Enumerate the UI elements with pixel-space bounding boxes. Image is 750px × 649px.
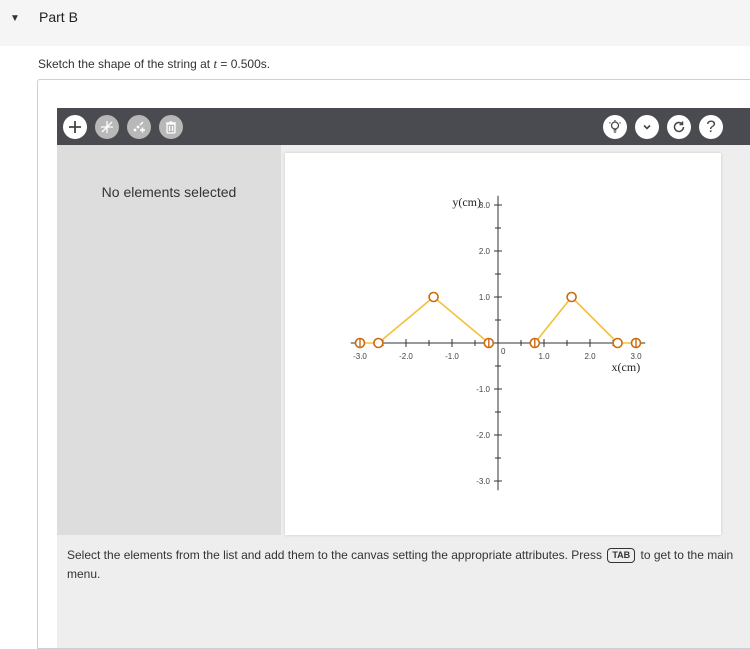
series-line bbox=[534, 295, 636, 344]
data-point bbox=[373, 337, 384, 349]
x-axis-label: x(cm) bbox=[612, 360, 641, 374]
drawing-tool: ? No elements selected -3.0 -2.0 -1.0 1.0 2.… bbox=[57, 108, 750, 648]
tab-key-badge: TAB bbox=[607, 548, 636, 563]
y-tick-label: -3.0 bbox=[476, 477, 490, 486]
hint-icon[interactable] bbox=[603, 115, 627, 139]
y-axis-label: y(cm) bbox=[452, 195, 481, 209]
series-line bbox=[360, 295, 490, 344]
toolbar: ? bbox=[57, 108, 750, 145]
elements-sidebar: No elements selected bbox=[57, 145, 281, 535]
x-tick-label: -3.0 bbox=[353, 352, 367, 361]
vector-tool-icon[interactable] bbox=[95, 115, 119, 139]
part-title: Part B bbox=[39, 9, 78, 25]
caret-down-icon[interactable]: ▼ bbox=[10, 13, 20, 24]
selection-status: No elements selected bbox=[101, 184, 237, 200]
help-icon[interactable]: ? bbox=[699, 115, 723, 139]
help-label: ? bbox=[706, 117, 716, 136]
x-tick-label: -1.0 bbox=[445, 352, 459, 361]
question-suffix: = 0.500s. bbox=[217, 57, 271, 71]
x-tick-label: 1.0 bbox=[538, 352, 550, 361]
question-prefix: Sketch the shape of the string at bbox=[38, 57, 214, 71]
x-tick-label: -2.0 bbox=[399, 352, 413, 361]
question-text: Sketch the shape of the string at t = 0.… bbox=[38, 56, 270, 72]
trash-icon[interactable] bbox=[159, 115, 183, 139]
instructions-text: Select the elements from the list and ad… bbox=[67, 546, 747, 584]
data-point bbox=[612, 337, 623, 349]
drawing-canvas[interactable]: -3.0 -2.0 -1.0 1.0 2.0 3.0 3.0 2.0 1.0 -1.0 -2.0 -3… bbox=[285, 153, 721, 535]
y-tick-label: -2.0 bbox=[476, 431, 490, 440]
reset-icon[interactable] bbox=[667, 115, 691, 139]
data-point bbox=[428, 291, 439, 303]
chevron-down-icon[interactable] bbox=[635, 115, 659, 139]
y-tick-label: -1.0 bbox=[476, 385, 490, 394]
instructions-before: Select the elements from the list and ad… bbox=[67, 548, 602, 562]
part-header: ▼ Part B bbox=[0, 0, 750, 46]
edit-tool-icon[interactable] bbox=[127, 115, 151, 139]
graph-svg[interactable]: -3.0 -2.0 -1.0 1.0 2.0 3.03.02.01.0-1.0-2.0-3… bbox=[285, 153, 721, 535]
y-tick-label: 1.0 bbox=[479, 293, 491, 302]
data-point bbox=[566, 291, 577, 303]
y-tick-label: 2.0 bbox=[479, 247, 491, 256]
origin-label: 0 bbox=[501, 347, 506, 356]
x-tick-label: 2.0 bbox=[584, 352, 596, 361]
add-point-icon[interactable] bbox=[63, 115, 87, 139]
